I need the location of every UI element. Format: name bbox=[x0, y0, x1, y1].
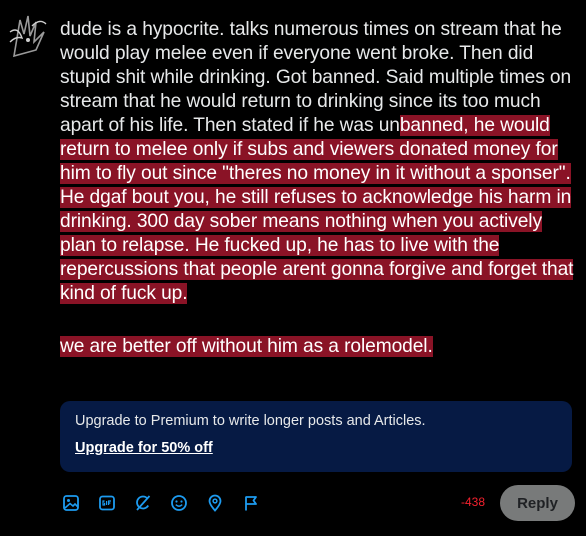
flag-button[interactable] bbox=[239, 490, 263, 516]
gif-icon bbox=[99, 495, 115, 511]
post-paragraph-1: dude is a hypocrite. talks numerous time… bbox=[60, 18, 580, 306]
premium-message: Upgrade to Premium to write longer posts… bbox=[75, 413, 426, 429]
avatar[interactable] bbox=[6, 12, 50, 58]
image-icon bbox=[63, 495, 79, 511]
composer-toolbar bbox=[59, 490, 263, 516]
image-button[interactable] bbox=[59, 490, 83, 516]
emoji-icon bbox=[171, 495, 187, 511]
location-button[interactable] bbox=[203, 490, 227, 516]
post-paragraph-2: we are better off without him as a rolem… bbox=[60, 335, 580, 359]
location-icon bbox=[208, 494, 222, 512]
flag-icon bbox=[245, 496, 257, 511]
reply-button[interactable]: Reply bbox=[500, 485, 575, 521]
post-text-over-limit: banned, he would return to melee only if… bbox=[60, 115, 574, 304]
character-count: -438 bbox=[461, 495, 486, 509]
premium-upsell-banner: Upgrade to Premium to write longer posts… bbox=[60, 401, 572, 472]
gif-button[interactable] bbox=[95, 490, 119, 516]
post-text-over-limit: we are better off without him as a rolem… bbox=[60, 336, 433, 357]
dragon-avatar-icon bbox=[9, 15, 47, 58]
emoji-button[interactable] bbox=[167, 490, 191, 516]
post-body[interactable]: dude is a hypocrite. talks numerous time… bbox=[60, 18, 580, 359]
grok-button[interactable] bbox=[131, 490, 155, 516]
grok-icon bbox=[136, 495, 151, 511]
upgrade-link[interactable]: Upgrade for 50% off bbox=[75, 438, 213, 458]
